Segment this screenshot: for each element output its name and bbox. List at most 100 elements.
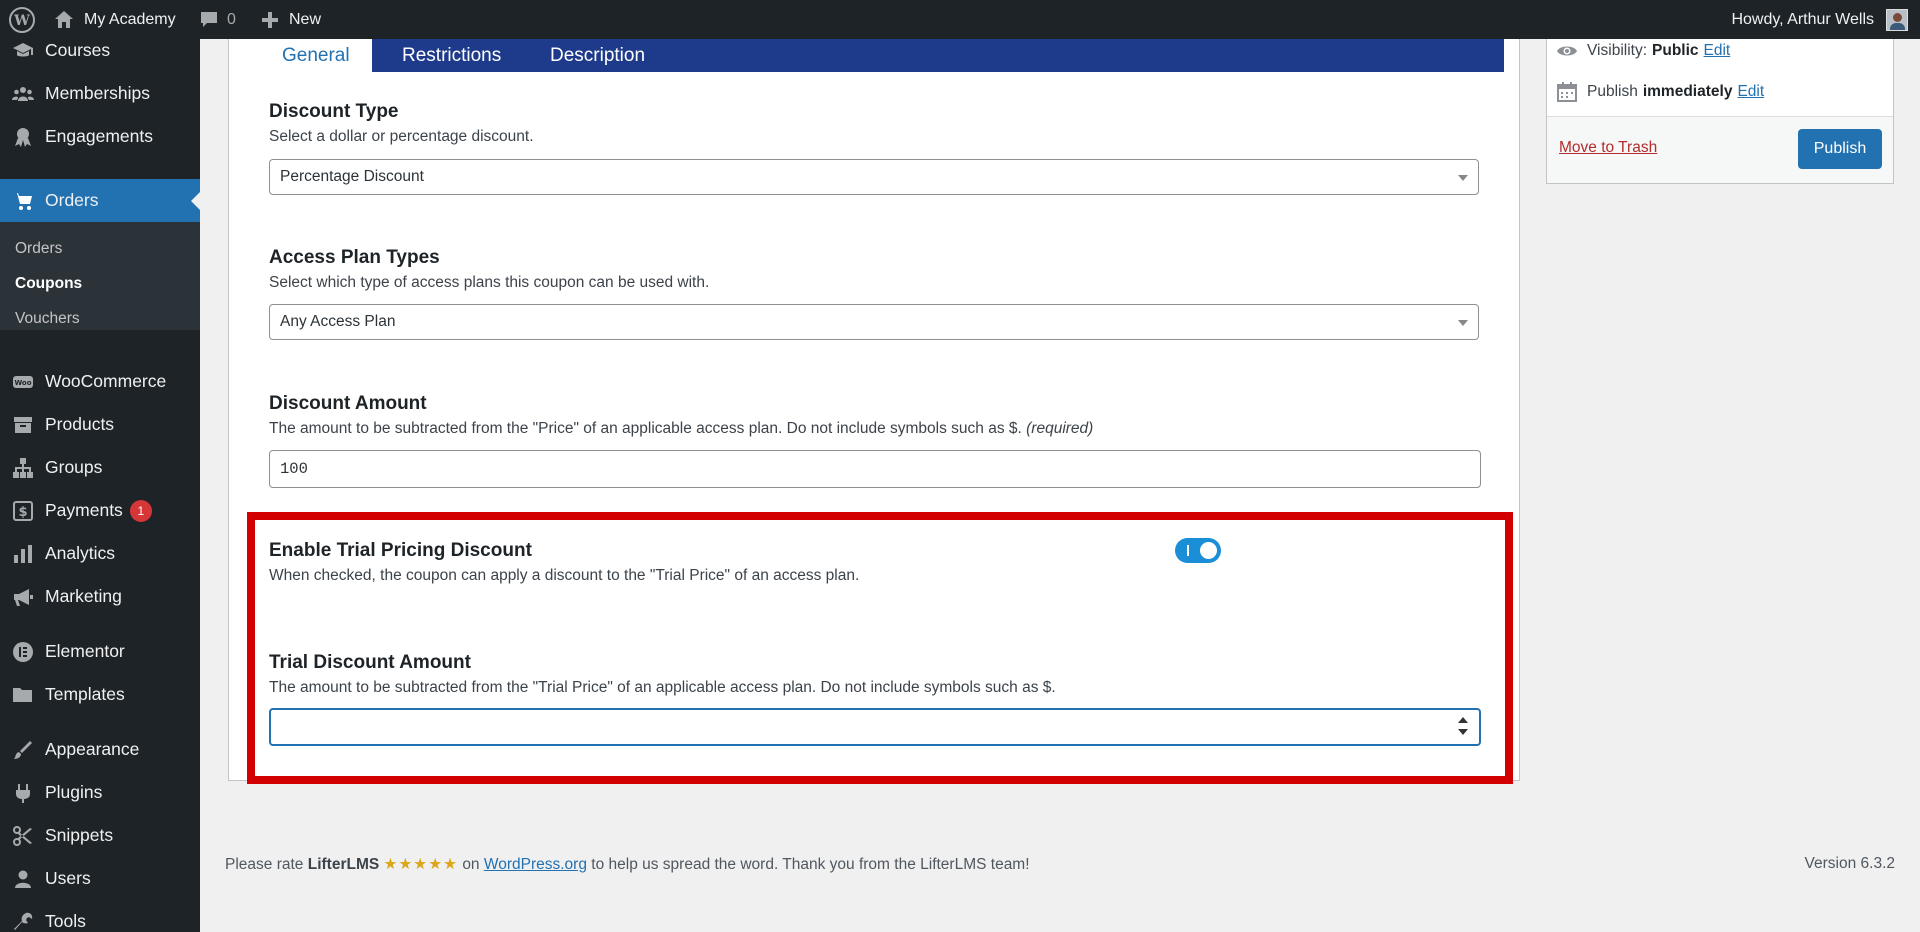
new-label: New [289,10,322,28]
edit-schedule-link[interactable]: Edit [1737,83,1764,101]
tab-description[interactable]: Description [550,39,645,72]
access-plan-types-title: Access Plan Types [269,247,440,268]
wordpress-logo-icon[interactable]: W [8,0,36,39]
menu-groups[interactable]: Groups [0,446,200,489]
menu-label: Marketing [45,586,122,606]
site-name: My Academy [84,10,176,28]
archive-icon [0,414,45,436]
groups-icon [0,83,45,105]
menu-orders[interactable]: Orders [0,179,200,222]
payments-count-badge: 1 [129,499,152,522]
menu-label: Snippets [45,825,114,845]
footer-plugin-name: LifterLMS [307,856,380,873]
rating-stars-icon[interactable]: ★★★★★ [384,856,458,873]
cart-icon [0,190,45,212]
discount-amount-desc: The amount to be subtracted from the "Pr… [269,420,1093,438]
tab-restrictions[interactable]: Restrictions [402,39,501,72]
menu-plugins[interactable]: Plugins [0,771,200,814]
publish-schedule-value: immediately [1642,83,1733,100]
dollar-icon: $ [0,500,45,522]
wordpress-org-link[interactable]: WordPress.org [484,856,587,873]
discount-type-title: Discount Type [269,101,399,122]
discount-amount-title: Discount Amount [269,393,427,414]
discount-type-value: Percentage Discount [280,168,424,185]
my-account-link[interactable]: Howdy, Arthur Wells [1731,0,1874,39]
award-icon [0,126,45,148]
move-to-trash-link[interactable]: Move to Trash [1559,139,1657,157]
footer-rating-text: Please rate LifterLMS ★★★★★ on WordPress… [225,855,1030,874]
menu-engagements[interactable]: Engagements [0,115,200,158]
elementor-icon [0,641,45,663]
menu-templates[interactable]: Templates [0,673,200,716]
admin-sidebar: Courses Memberships Engagements Orders O… [0,39,200,932]
menu-label: Courses [45,40,111,60]
comments-count: 0 [227,10,236,28]
svg-text:Woo: Woo [14,379,31,387]
access-plan-types-desc: Select which type of access plans this c… [269,274,710,291]
new-content-link[interactable]: New [260,0,321,39]
menu-label: Products [45,414,115,434]
discount-type-select[interactable]: Percentage Discount [269,159,1479,195]
edit-visibility-link[interactable]: Edit [1704,42,1731,60]
bar-chart-icon [0,543,45,565]
submenu-coupons[interactable]: Coupons [15,275,82,293]
home-icon [55,10,73,28]
menu-label: Payments [45,500,123,520]
tab-general[interactable]: General [260,39,372,72]
menu-marketing[interactable]: Marketing [0,575,200,618]
plus-icon [262,11,278,28]
menu-label: Analytics [45,543,116,563]
scissors-icon [0,825,45,847]
version-text: Version 6.3.2 [1804,855,1895,872]
menu-memberships[interactable]: Memberships [0,72,200,115]
menu-label: Engagements [45,126,153,146]
required-marker: (required) [1026,420,1094,437]
orders-submenu: Orders Coupons Vouchers [0,222,200,330]
publish-schedule-label: Publish [1587,83,1638,100]
menu-label: WooCommerce [45,371,167,391]
submenu-orders[interactable]: Orders [15,240,62,258]
discount-amount-input[interactable]: 100 [269,450,1481,488]
menu-appearance[interactable]: Appearance [0,728,200,771]
settings-tabs: General Restrictions Description [260,39,1504,72]
access-plan-types-select[interactable]: Any Access Plan [269,304,1479,340]
menu-label: Plugins [45,782,103,802]
menu-label: Templates [45,684,125,704]
menu-label: Appearance [45,739,140,759]
menu-label: Groups [45,457,103,477]
paintbrush-icon [0,739,45,761]
menu-products[interactable]: Products [0,403,200,446]
svg-text:$: $ [18,505,27,520]
menu-elementor[interactable]: Elementor [0,630,200,673]
menu-courses[interactable]: Courses [0,39,200,72]
publish-button[interactable]: Publish [1798,129,1882,169]
menu-tools[interactable]: Tools [0,900,200,932]
publish-schedule-row: Publish immediately Edit [1556,81,1764,103]
menu-label: Memberships [45,83,151,103]
avatar[interactable] [1886,0,1908,39]
site-name-link[interactable]: My Academy [53,0,176,39]
woo-icon: Woo [0,371,45,393]
graduation-cap-icon [0,40,45,62]
menu-snippets[interactable]: Snippets [0,814,200,857]
highlight-box [247,512,1513,784]
visibility-row: Visibility: Public Edit [1556,40,1730,62]
greeting: Howdy, Arthur Wells [1731,10,1874,28]
menu-users[interactable]: Users [0,857,200,900]
menu-payments[interactable]: $ Payments 1 [0,489,200,532]
chevron-down-icon [1458,320,1468,326]
wrench-icon [0,911,45,932]
plug-icon [0,782,45,804]
menu-label: Orders [45,190,99,210]
visibility-value: Public [1652,42,1699,59]
menu-analytics[interactable]: Analytics [0,532,200,575]
comments-link[interactable]: 0 [198,0,236,39]
eye-icon [1557,46,1577,56]
visibility-label: Visibility: [1587,42,1648,59]
footer-on: on [462,856,480,873]
submenu-vouchers[interactable]: Vouchers [15,310,80,328]
chevron-down-icon [1458,175,1468,181]
access-plan-types-value: Any Access Plan [280,313,396,330]
menu-woocommerce[interactable]: Woo WooCommerce [0,360,200,403]
menu-label: Users [45,868,91,888]
